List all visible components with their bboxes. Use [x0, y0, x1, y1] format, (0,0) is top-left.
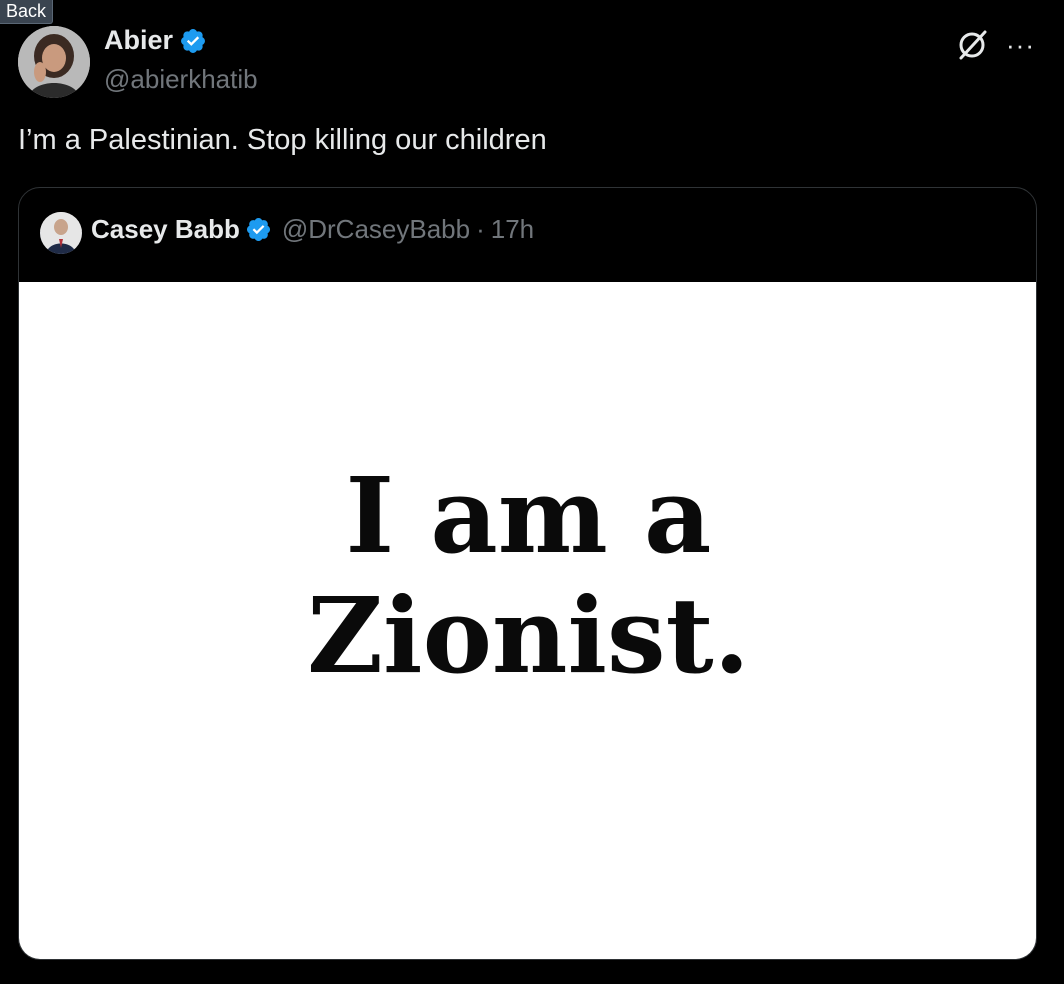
quoted-author-name[interactable]: Casey Babb [91, 214, 240, 245]
author-name-row[interactable]: Abier [104, 25, 207, 56]
tweet-page: Back Abier @abierkhatib ··· I’m a Palest… [0, 0, 1064, 984]
author-avatar[interactable] [18, 26, 90, 98]
quoted-author-handle[interactable]: @DrCaseyBabb [282, 214, 470, 245]
verified-badge-icon [246, 217, 270, 242]
image-text-line-2: Zionist. [307, 574, 750, 697]
quoted-tweet-header: Casey Babb @DrCaseyBabb · 17h [91, 214, 534, 245]
grok-icon[interactable] [955, 28, 989, 62]
quoted-author-avatar[interactable] [40, 212, 82, 254]
tweet-text: I’m a Palestinian. Stop killing our chil… [18, 124, 547, 156]
author-name[interactable]: Abier [104, 25, 173, 56]
quoted-tweet-time[interactable]: 17h [491, 214, 534, 245]
quoted-tweet-image[interactable]: I am a Zionist. [19, 282, 1036, 959]
header-separator: · [476, 214, 485, 244]
image-text-line-1: I am a [345, 454, 712, 577]
author-handle[interactable]: @abierkhatib [104, 64, 258, 95]
quoted-tweet-card[interactable]: Casey Babb @DrCaseyBabb · 17h I am a Zio… [18, 187, 1037, 960]
verified-badge-icon [181, 28, 205, 53]
back-button[interactable]: Back [0, 0, 54, 24]
more-options-icon[interactable]: ··· [1006, 30, 1035, 61]
